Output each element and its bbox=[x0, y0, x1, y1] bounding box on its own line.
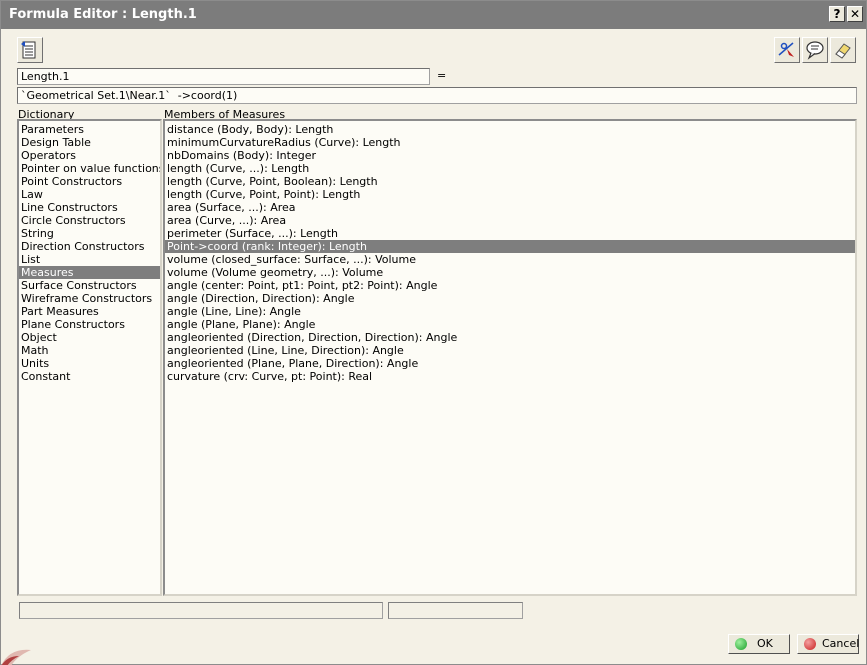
select-pointer-icon bbox=[778, 42, 794, 57]
ok-icon bbox=[735, 638, 747, 650]
help-icon: ? bbox=[833, 7, 841, 21]
member-item[interactable]: angleoriented (Line, Line, Direction): A… bbox=[165, 344, 855, 357]
dictionary-item[interactable]: Law bbox=[19, 188, 160, 201]
dictionary-item[interactable]: List bbox=[19, 253, 160, 266]
dictionary-item[interactable]: Constant bbox=[19, 370, 160, 383]
member-item[interactable]: angle (Plane, Plane): Angle bbox=[165, 318, 855, 331]
close-icon: ✕ bbox=[849, 7, 861, 21]
member-item[interactable]: distance (Body, Body): Length bbox=[165, 123, 855, 136]
title-bar[interactable]: Formula Editor : Length.1 ? ✕ bbox=[1, 1, 866, 29]
member-item[interactable]: angle (Line, Line): Angle bbox=[165, 305, 855, 318]
dictionary-item[interactable]: Design Table bbox=[19, 136, 160, 149]
member-item[interactable]: Point->coord (rank: Integer): Length bbox=[165, 240, 855, 253]
import-list-icon bbox=[21, 41, 36, 59]
ok-button[interactable]: OK bbox=[728, 634, 790, 654]
dictionary-item[interactable]: Pointer on value functions bbox=[19, 162, 160, 175]
equals-sign: = bbox=[437, 69, 447, 82]
formula-input[interactable]: `Geometrical Set.1\Near.1` ->coord(1) bbox=[17, 87, 857, 104]
member-item[interactable]: angle (Direction, Direction): Angle bbox=[165, 292, 855, 305]
dictionary-item[interactable]: Plane Constructors bbox=[19, 318, 160, 331]
dictionary-item[interactable]: Object bbox=[19, 331, 160, 344]
help-button[interactable]: ? bbox=[829, 6, 845, 22]
dictionary-item[interactable]: Math bbox=[19, 344, 160, 357]
dictionary-list[interactable]: Parameters Design Table Operators Pointer o… bbox=[17, 119, 162, 596]
dictionary-item[interactable]: Parameters bbox=[19, 123, 160, 136]
eraser-icon bbox=[835, 43, 851, 59]
member-item[interactable]: area (Surface, ...): Area bbox=[165, 201, 855, 214]
dictionary-item[interactable]: String bbox=[19, 227, 160, 240]
dictionary-item[interactable]: Point Constructors bbox=[19, 175, 160, 188]
member-item[interactable]: angleoriented (Direction, Direction, Dir… bbox=[165, 331, 855, 344]
dictionary-item[interactable]: Operators bbox=[19, 149, 160, 162]
dictionary-item[interactable]: Measures bbox=[19, 266, 160, 279]
parameter-name-field[interactable]: Length.1 bbox=[17, 68, 430, 85]
dictionary-item[interactable]: Wireframe Constructors bbox=[19, 292, 160, 305]
speech-bubble-icon bbox=[806, 41, 824, 60]
member-item[interactable]: angle (center: Point, pt1: Point, pt2: P… bbox=[165, 279, 855, 292]
close-button[interactable]: ✕ bbox=[847, 6, 863, 22]
member-item[interactable]: angleoriented (Plane, Plane, Direction):… bbox=[165, 357, 855, 370]
member-item[interactable]: length (Curve, Point, Point): Length bbox=[165, 188, 855, 201]
dictionary-item[interactable]: Surface Constructors bbox=[19, 279, 160, 292]
member-item[interactable]: nbDomains (Body): Integer bbox=[165, 149, 855, 162]
member-item[interactable]: volume (Volume geometry, ...): Volume bbox=[165, 266, 855, 279]
status-field-right bbox=[388, 602, 523, 619]
import-button[interactable] bbox=[17, 37, 43, 63]
window-title: Formula Editor : Length.1 bbox=[9, 7, 197, 22]
member-item[interactable]: length (Curve, Point, Boolean): Length bbox=[165, 175, 855, 188]
dictionary-item[interactable]: Part Measures bbox=[19, 305, 160, 318]
dictionary-item[interactable]: Direction Constructors bbox=[19, 240, 160, 253]
member-item[interactable]: length (Curve, ...): Length bbox=[165, 162, 855, 175]
member-item[interactable]: perimeter (Surface, ...): Length bbox=[165, 227, 855, 240]
corner-logo-icon bbox=[1, 626, 41, 665]
dictionary-item[interactable]: Units bbox=[19, 357, 160, 370]
members-list[interactable]: distance (Body, Body): Length minimumCurv… bbox=[163, 119, 857, 596]
status-field-left bbox=[19, 602, 383, 619]
dictionary-item[interactable]: Circle Constructors bbox=[19, 214, 160, 227]
eraser-button[interactable] bbox=[830, 37, 856, 63]
select-pointer-button[interactable] bbox=[774, 37, 800, 63]
member-item[interactable]: volume (closed_surface: Surface, ...): V… bbox=[165, 253, 855, 266]
member-item[interactable]: area (Curve, ...): Area bbox=[165, 214, 855, 227]
member-item[interactable]: curvature (crv: Curve, pt: Point): Real bbox=[165, 370, 855, 383]
member-item[interactable]: minimumCurvatureRadius (Curve): Length bbox=[165, 136, 855, 149]
dictionary-item[interactable]: Line Constructors bbox=[19, 201, 160, 214]
cancel-button[interactable]: Cancel bbox=[797, 634, 859, 654]
formula-editor-window: Formula Editor : Length.1 ? ✕ Length.1 =… bbox=[0, 0, 867, 665]
cancel-icon bbox=[804, 638, 816, 650]
comment-button[interactable] bbox=[802, 37, 828, 63]
